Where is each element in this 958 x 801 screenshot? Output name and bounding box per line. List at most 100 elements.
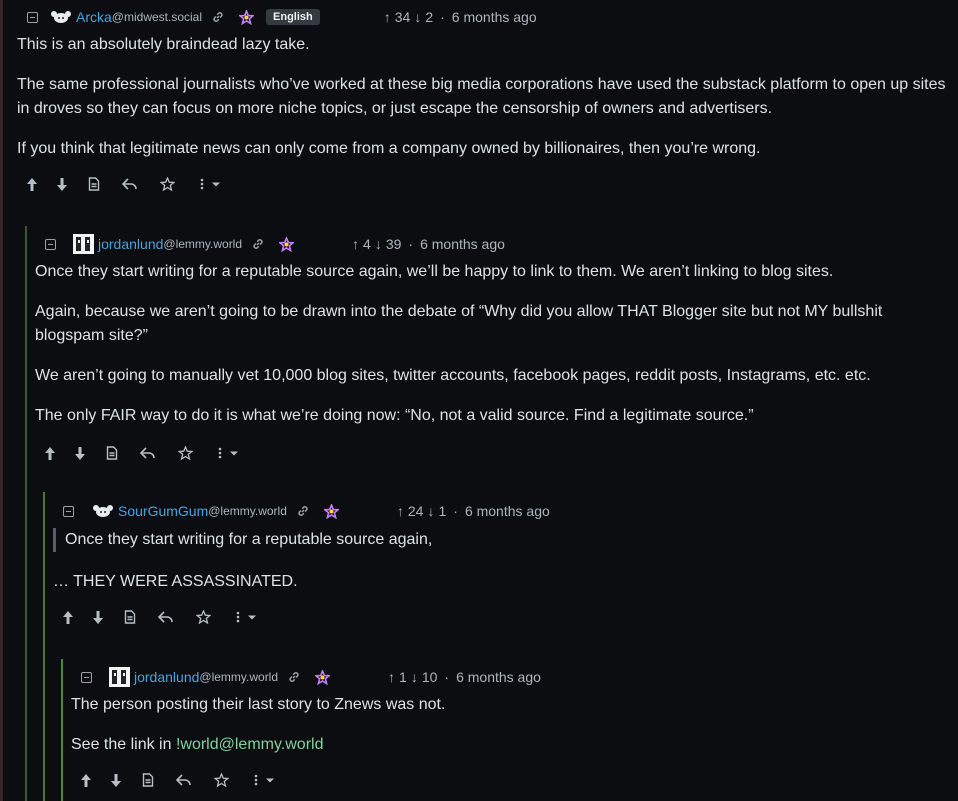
collapse-button[interactable] xyxy=(45,238,56,250)
downvote-button[interactable] xyxy=(88,610,108,624)
upvote-count: 24 xyxy=(407,503,424,519)
thread-rail-level3 xyxy=(61,659,63,801)
user-instance[interactable]: @lemmy.world xyxy=(163,237,242,251)
comment-header: jordanlund @lemmy.world ↑ 4 ↓ 39 · 6 months… xyxy=(35,230,945,258)
comment-jordanlund-2: jordanlund @lemmy.world ↑ 1 ↓ 10 · 6 months… xyxy=(71,663,941,793)
comment-body: Once they start writing for a reputable … xyxy=(53,528,943,594)
more-options-button[interactable] xyxy=(197,178,225,190)
downvote-count: 1 xyxy=(438,503,447,519)
downvote-count: 2 xyxy=(425,9,434,25)
upvote-button[interactable] xyxy=(22,177,42,191)
comment-body: The person posting their last story to Z… xyxy=(71,693,941,757)
user-instance[interactable]: @lemmy.world xyxy=(199,670,278,684)
downvote-count-icon: ↓ xyxy=(410,669,418,685)
vote-score: ↑ 4 ↓ 39 xyxy=(352,236,401,252)
rainbow-star-icon xyxy=(239,9,255,25)
upvote-button[interactable] xyxy=(58,610,78,624)
pixel-portrait-icon xyxy=(109,667,130,687)
collapse-button[interactable] xyxy=(27,11,38,23)
view-source-button[interactable] xyxy=(102,446,122,460)
separator-dot: · xyxy=(408,236,414,252)
comment-header: jordanlund @lemmy.world ↑ 1 ↓ 10 · 6 months… xyxy=(71,663,941,691)
comment-paragraph: The same professional journalists who’ve… xyxy=(17,76,946,117)
vote-score: ↑ 24 ↓ 1 xyxy=(397,503,446,519)
comment-time[interactable]: 6 months ago xyxy=(456,669,541,685)
comment-actions xyxy=(22,171,947,197)
separator-dot: · xyxy=(444,669,450,685)
separator-dot: · xyxy=(440,9,445,25)
collapse-button[interactable] xyxy=(63,505,74,517)
community-link[interactable]: !world@lemmy.world xyxy=(176,736,324,753)
dog-icon xyxy=(50,10,72,24)
downvote-button[interactable] xyxy=(52,177,72,191)
downvote-count: 10 xyxy=(421,669,438,685)
reply-button[interactable] xyxy=(155,611,175,623)
thread-edge-rail xyxy=(0,0,3,801)
comment-paragraph: Again, because we aren’t going to be dra… xyxy=(35,303,883,344)
more-options-button[interactable] xyxy=(215,447,243,459)
comment-arcka: Arcka @midwest.social English ↑ 34 ↓ 2 · 6 … xyxy=(17,3,947,197)
dog-icon xyxy=(92,504,114,518)
thread-rail-level2 xyxy=(43,492,45,801)
reply-button[interactable] xyxy=(119,178,139,190)
save-star-button[interactable] xyxy=(175,446,195,460)
language-badge: English xyxy=(266,9,320,25)
view-source-button[interactable] xyxy=(84,177,104,191)
save-star-button[interactable] xyxy=(157,177,177,191)
downvote-button[interactable] xyxy=(70,446,90,460)
blockquote: Once they start writing for a reputable … xyxy=(53,528,943,552)
upvote-count-icon: ↑ xyxy=(383,9,391,25)
save-star-button[interactable] xyxy=(193,610,213,624)
comment-paragraph: Once they start writing for a reputable … xyxy=(35,263,834,280)
collapse-button[interactable] xyxy=(81,671,92,683)
rainbow-star-icon xyxy=(323,503,339,519)
upvote-count: 1 xyxy=(399,669,407,685)
separator-dot: · xyxy=(453,503,458,519)
downvote-button[interactable] xyxy=(106,773,126,787)
upvote-count: 4 xyxy=(363,236,371,252)
comment-body: Once they start writing for a reputable … xyxy=(35,260,945,428)
upvote-button[interactable] xyxy=(76,773,96,787)
link-icon[interactable] xyxy=(287,670,301,684)
more-options-button[interactable] xyxy=(233,611,261,623)
vote-score: ↑ 34 ↓ 2 xyxy=(384,9,433,25)
comment-time[interactable]: 6 months ago xyxy=(465,503,550,519)
comment-paragraph: This is an absolutely braindead lazy tak… xyxy=(17,36,310,53)
rainbow-star-icon xyxy=(315,669,331,685)
link-icon[interactable] xyxy=(211,10,225,24)
rainbow-star-icon xyxy=(279,236,295,252)
reply-button[interactable] xyxy=(137,447,157,459)
comment-header: SourGumGum @lemmy.world ↑ 24 ↓ 1 · 6 months… xyxy=(53,497,943,525)
user-instance[interactable]: @lemmy.world xyxy=(208,504,287,518)
view-source-button[interactable] xyxy=(138,773,158,787)
upvote-count-icon: ↑ xyxy=(352,236,360,252)
downvote-count-icon: ↓ xyxy=(374,236,382,252)
comment-paragraph: If you think that legitimate news can on… xyxy=(17,140,761,157)
upvote-count-icon: ↑ xyxy=(388,669,396,685)
user-instance[interactable]: @midwest.social xyxy=(112,10,202,24)
thread-rail-level1 xyxy=(25,226,27,801)
comment-sourgumgum: SourGumGum @lemmy.world ↑ 24 ↓ 1 · 6 months… xyxy=(53,497,943,630)
comment-time[interactable]: 6 months ago xyxy=(452,9,537,25)
comment-time[interactable]: 6 months ago xyxy=(420,236,505,252)
username-link[interactable]: jordanlund xyxy=(134,669,199,685)
link-icon[interactable] xyxy=(251,237,265,251)
pixel-portrait-icon xyxy=(73,234,94,254)
username-link[interactable]: SourGumGum xyxy=(118,503,208,519)
username-link[interactable]: Arcka xyxy=(76,9,112,25)
link-icon[interactable] xyxy=(296,504,310,518)
comment-header: Arcka @midwest.social English ↑ 34 ↓ 2 · 6 … xyxy=(17,3,947,31)
save-star-button[interactable] xyxy=(211,773,231,787)
comment-actions xyxy=(76,767,941,793)
upvote-button[interactable] xyxy=(40,446,60,460)
view-source-button[interactable] xyxy=(120,610,140,624)
reply-button[interactable] xyxy=(173,774,193,786)
username-link[interactable]: jordanlund xyxy=(98,236,163,252)
comment-jordanlund-1: jordanlund @lemmy.world ↑ 4 ↓ 39 · 6 months… xyxy=(35,230,945,466)
comment-paragraph: The person posting their last story to Z… xyxy=(71,696,446,713)
upvote-count: 34 xyxy=(394,9,411,25)
link-prefix-text: See the link in xyxy=(71,736,176,753)
downvote-count-icon: ↓ xyxy=(427,503,435,519)
more-options-button[interactable] xyxy=(251,774,279,786)
comment-paragraph: … THEY WERE ASSASSINATED. xyxy=(53,573,298,590)
